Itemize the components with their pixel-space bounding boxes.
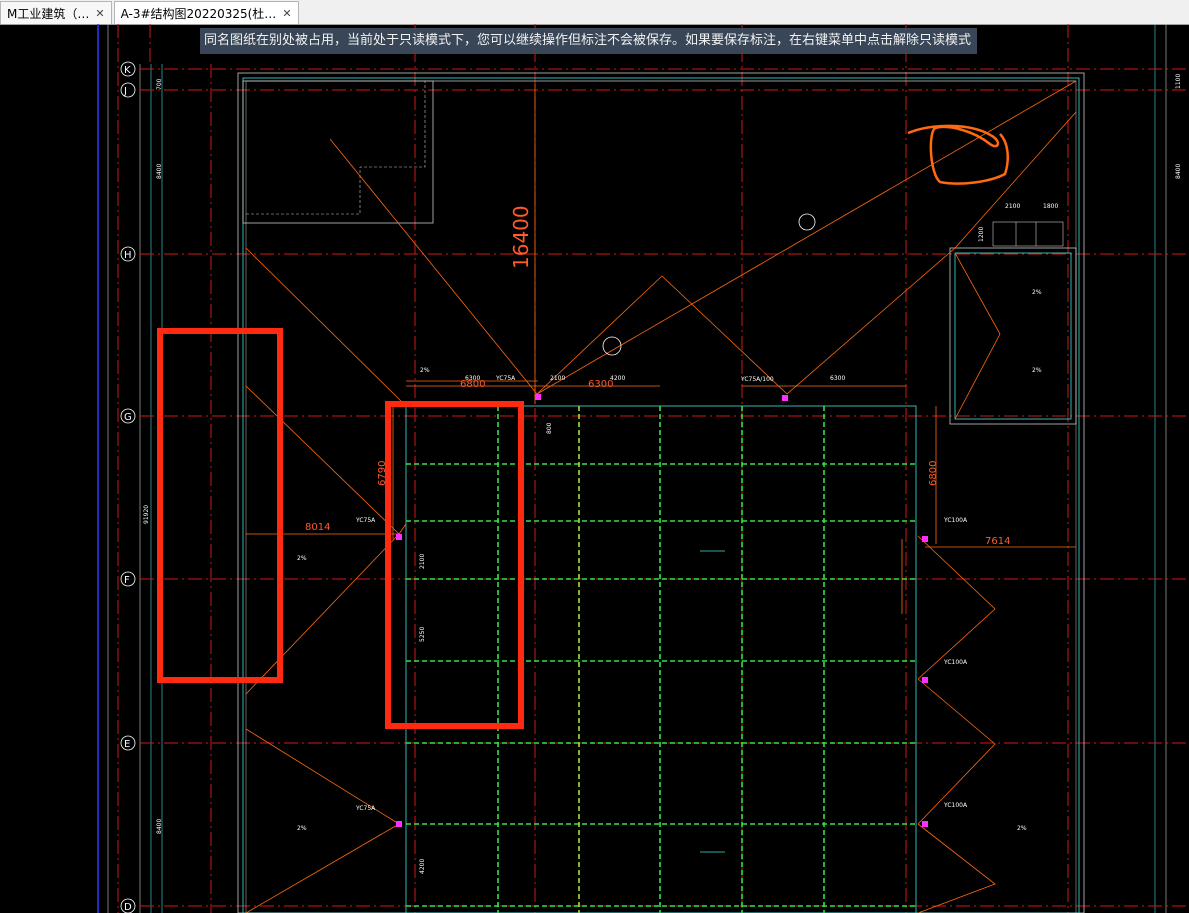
dim-8400-left-lower: 8400 (156, 819, 163, 834)
dim-2100-box: 2100 (1005, 203, 1020, 210)
green-grid (406, 406, 916, 913)
drain-label: YC100A (943, 802, 968, 809)
markup-rectangle[interactable] (157, 328, 283, 683)
drain-label: YC100A (943, 659, 968, 666)
flow-arrows (700, 550, 725, 853)
svg-text:2%: 2% (1017, 825, 1027, 832)
svg-text:2%: 2% (297, 555, 307, 562)
axis-lines-vertical (117, 24, 1069, 913)
dim-4200-vertical: 4200 (419, 859, 426, 874)
dim-7614: 7614 (985, 536, 1010, 547)
detail-callouts (602, 213, 816, 356)
tab-label: A-3#结构图20220325(杜… (120, 6, 277, 21)
dim-6300-c: 6300 (830, 375, 845, 382)
tab-structure-drawing[interactable]: A-3#结构图20220325(杜… ✕ (113, 1, 299, 24)
dim-2100-vertical: 2100 (419, 554, 426, 569)
dim-8014: 8014 (305, 522, 330, 533)
dim-16400: 16400 (509, 205, 533, 269)
drain-label: YC75A (355, 517, 376, 524)
drain-label: YC75A (495, 375, 516, 382)
axis-f-label: F (124, 575, 130, 586)
dim-1800-box: 1800 (1043, 203, 1058, 210)
dimension-lines (246, 84, 1076, 614)
axis-lines-horizontal (140, 68, 1189, 907)
tab-label: M工业建筑（… (7, 6, 90, 21)
dim-5250: 5250 (419, 627, 426, 642)
axis-g-label: G (124, 412, 132, 423)
tab-bar: M工业建筑（… ✕ A-3#结构图20220325(杜… ✕ (0, 0, 1189, 25)
drain-label: YC75A (355, 805, 376, 812)
dim-91920: 91920 (143, 505, 150, 524)
dim-800: 800 (546, 422, 553, 434)
drain-markers (396, 394, 928, 827)
svg-text:2%: 2% (1032, 289, 1042, 296)
tab-industrial-building[interactable]: M工业建筑（… ✕ (0, 1, 112, 24)
dim-8400-right: 8400 (1175, 164, 1182, 179)
svg-text:2%: 2% (1032, 367, 1042, 374)
roof-slope-lines (245, 80, 1077, 913)
dim-6300-a: 6300 (465, 375, 480, 382)
dim-2100: 2100 (550, 375, 565, 382)
drawing-canvas[interactable]: K J H G F E D 16400 6800 6300 2100 6300 … (0, 24, 1189, 913)
dim-1200: 1200 (978, 227, 985, 242)
svg-text:2%: 2% (297, 825, 307, 832)
close-icon[interactable]: ✕ (95, 7, 104, 20)
slope-labels: 2% 2% 2% 2% 2% 2% (297, 289, 1042, 832)
markup-rectangle[interactable] (385, 401, 524, 729)
dim-4200: 4200 (610, 375, 625, 382)
dim-6800-right: 6800 (928, 461, 939, 486)
close-icon[interactable]: ✕ (282, 7, 291, 20)
axis-d-label: D (124, 902, 132, 913)
axis-h-label: H (124, 250, 132, 261)
dim-700: 700 (156, 78, 163, 90)
drain-label: YC100A (943, 517, 968, 524)
building-outline (237, 72, 1085, 913)
axis-e-label: E (124, 739, 130, 750)
axis-k-label: K (124, 65, 131, 76)
dim-8400-left: 8400 (156, 164, 163, 179)
axis-bubbles (120, 61, 136, 913)
dim-1100: 1100 (1175, 74, 1182, 89)
svg-text:2%: 2% (420, 367, 430, 374)
markup-freehand[interactable] (907, 124, 1009, 185)
drain-label: YC75A/100 (740, 376, 774, 383)
readonly-notice-banner: 同名图纸在别处被占用，当前处于只读模式下，您可以继续操作但标注不会被保存。如果要… (200, 28, 977, 54)
axis-j-label: J (123, 86, 127, 97)
